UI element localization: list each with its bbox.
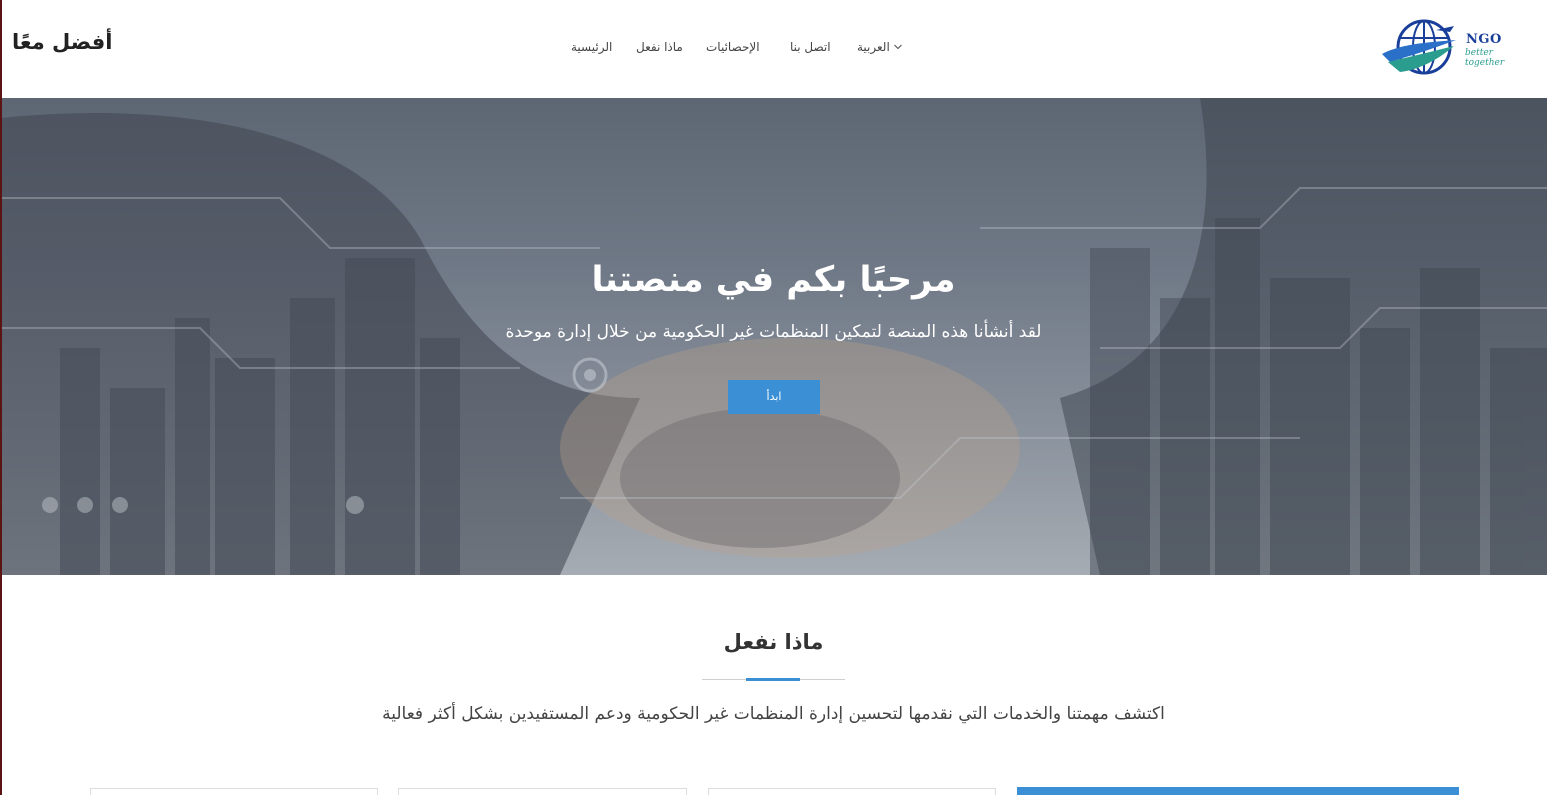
logo-name: NGO <box>1466 32 1502 47</box>
section-title: ماذا نفعل <box>723 630 824 654</box>
brand-title[interactable]: أفضل معًا <box>12 30 112 54</box>
chevron-down-icon <box>893 44 902 50</box>
logo-tagline: better together <box>1465 48 1505 68</box>
section-divider-accent <box>746 678 800 681</box>
service-card[interactable] <box>90 788 378 795</box>
start-button[interactable]: ابدأ <box>728 380 820 414</box>
nav-link-statistics[interactable]: الإحصائيات <box>706 40 760 54</box>
service-card-highlighted[interactable] <box>1017 787 1459 795</box>
window-edge <box>0 0 2 795</box>
hero-title: مرحبًا بكم في منصتنا <box>591 260 956 300</box>
hero-subtitle: لقد أنشأنا هذه المنصة لتمكين المنظمات غي… <box>505 322 1042 342</box>
nav-link-what-we-do[interactable]: ماذا نفعل <box>636 40 683 54</box>
language-label: العربية <box>857 40 890 54</box>
nav-link-home[interactable]: الرئيسية <box>571 40 612 54</box>
service-card[interactable] <box>398 788 687 795</box>
navbar: أفضل معًا الرئيسية ماذا نفعل الإحصائيات … <box>0 0 1547 98</box>
section-description: اكتشف مهمتنا والخدمات التي نقدمها لتحسين… <box>382 704 1165 724</box>
globe-icon <box>1382 19 1456 75</box>
service-card[interactable] <box>708 788 996 795</box>
language-dropdown[interactable]: العربية <box>857 40 903 54</box>
nav-link-contact[interactable]: اتصل بنا <box>790 40 831 54</box>
hero-section: مرحبًا بكم في منصتنا لقد أنشأنا هذه المن… <box>0 98 1547 575</box>
page: أفضل معًا الرئيسية ماذا نفعل الإحصائيات … <box>0 0 1547 795</box>
ngo-logo[interactable]: NGO better together <box>1380 18 1525 80</box>
